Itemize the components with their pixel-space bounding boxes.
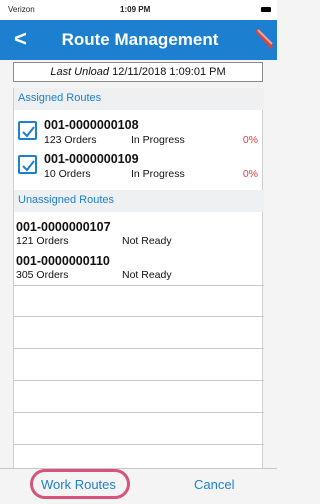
route-orders: 305 Orders bbox=[16, 269, 69, 281]
assigned-routes-header: Assigned Routes bbox=[14, 88, 264, 110]
battery-icon bbox=[261, 7, 271, 12]
route-checkbox[interactable] bbox=[18, 121, 37, 140]
route-orders: 123 Orders bbox=[44, 134, 97, 146]
route-orders: 10 Orders bbox=[44, 168, 91, 180]
route-status: Not Ready bbox=[122, 235, 172, 247]
divider bbox=[14, 412, 264, 413]
route-id: 001-0000000109 bbox=[44, 152, 139, 166]
divider bbox=[14, 380, 264, 381]
last-unload-label: Last Unload bbox=[50, 66, 110, 78]
back-button[interactable]: < bbox=[14, 26, 27, 52]
status-bar: Verizon 1:09 PM bbox=[0, 0, 277, 20]
clock: 1:09 PM bbox=[120, 5, 151, 14]
last-unload-bar: Last Unload 12/11/2018 1:09:01 PM bbox=[13, 62, 263, 82]
bottom-bar: Work Routes Cancel bbox=[0, 468, 277, 504]
route-id: 001-0000000108 bbox=[44, 118, 139, 132]
page-title: Route Management bbox=[61, 30, 219, 49]
route-percent: 0% bbox=[242, 134, 258, 146]
unassigned-routes-header: Unassigned Routes bbox=[14, 190, 264, 212]
work-routes-button[interactable]: Work Routes bbox=[41, 477, 116, 492]
route-status: In Progress bbox=[131, 168, 185, 180]
divider bbox=[14, 316, 264, 317]
checkmark-icon bbox=[22, 160, 35, 172]
route-status: Not Ready bbox=[122, 269, 172, 281]
routes-panel: Assigned Routes 001-0000000108 123 Order… bbox=[13, 88, 264, 468]
divider bbox=[14, 285, 264, 286]
unassigned-route-row[interactable]: 001-0000000110 305 Orders Not Ready bbox=[14, 252, 264, 282]
divider bbox=[14, 444, 264, 445]
carrier-label: Verizon bbox=[8, 5, 35, 14]
route-id: 001-0000000110 bbox=[16, 254, 110, 268]
checkmark-icon bbox=[22, 126, 35, 138]
route-orders: 121 Orders bbox=[16, 235, 69, 247]
route-id: 001-0000000107 bbox=[16, 220, 111, 234]
cancel-button[interactable]: Cancel bbox=[194, 477, 234, 492]
route-status: In Progress bbox=[131, 134, 185, 146]
clear-icon[interactable] bbox=[252, 28, 274, 50]
assigned-route-row[interactable]: 001-0000000108 123 Orders In Progress 0% bbox=[14, 116, 264, 150]
divider bbox=[14, 348, 264, 349]
unassigned-route-row[interactable]: 001-0000000107 121 Orders Not Ready bbox=[14, 218, 264, 248]
route-percent: 0% bbox=[242, 168, 258, 180]
route-checkbox[interactable] bbox=[18, 155, 37, 174]
last-unload-value: 12/11/2018 1:09:01 PM bbox=[112, 66, 226, 78]
assigned-route-row[interactable]: 001-0000000109 10 Orders In Progress 0% bbox=[14, 150, 264, 184]
nav-bar: < Route Management bbox=[0, 20, 277, 60]
